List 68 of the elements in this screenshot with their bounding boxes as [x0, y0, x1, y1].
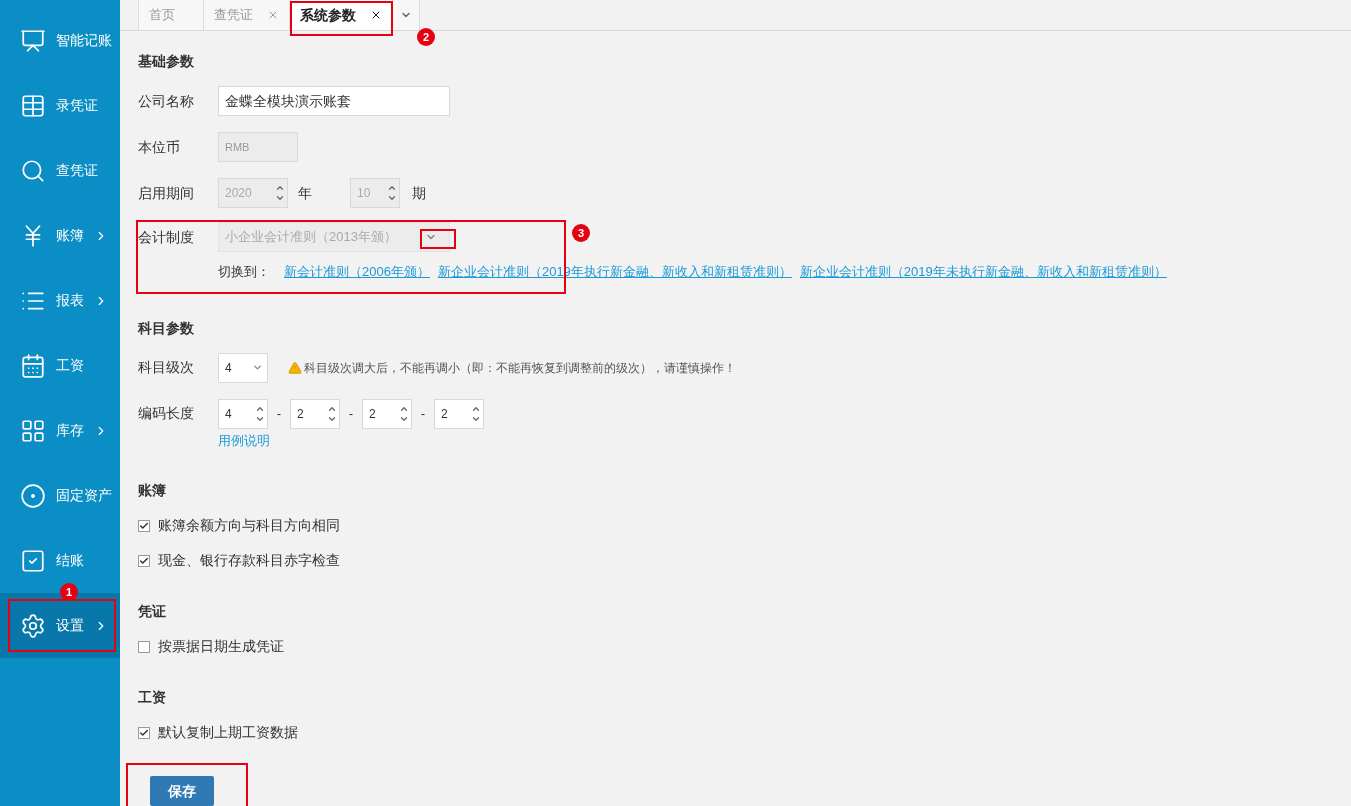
- menu-icon: [20, 482, 46, 509]
- tab[interactable]: 系统参数: [290, 0, 393, 30]
- close-icon[interactable]: [370, 9, 382, 21]
- text-input-field[interactable]: 金蝶全模块演示账套: [218, 86, 450, 116]
- checkbox[interactable]: [138, 554, 150, 567]
- checkbox-label: 默认复制上期工资数据: [158, 723, 298, 742]
- separator-text: -: [275, 404, 283, 423]
- number-badge: 1: [60, 583, 78, 601]
- select-field[interactable]: 4: [218, 352, 268, 383]
- field-label: 本位币: [138, 137, 181, 157]
- number-badge: 3: [572, 224, 590, 242]
- warning-icon: [288, 360, 302, 375]
- check-icon: [139, 727, 149, 738]
- checkbox-label: 现金、银行存款科目赤字检查: [158, 551, 340, 570]
- sidebar-item[interactable]: 库存: [0, 398, 120, 463]
- section-title: 凭证: [138, 602, 167, 621]
- unit-label: 期: [412, 183, 426, 203]
- standard-link[interactable]: 新企业会计准则（2019年未执行新金融、新收入和新租赁准则）: [799, 262, 1167, 282]
- menu-icon: [20, 157, 46, 184]
- separator-text: -: [419, 404, 427, 423]
- number-spinner[interactable]: 2: [362, 398, 412, 429]
- help-link[interactable]: 用例说明: [218, 430, 270, 450]
- menu-icon: [20, 612, 46, 639]
- number-spinner[interactable]: 10: [350, 178, 400, 208]
- sidebar-item[interactable]: 报表: [0, 268, 120, 333]
- section-title: 科目参数: [138, 318, 195, 338]
- number-spinner[interactable]: 2: [290, 398, 340, 429]
- select-field[interactable]: 小企业会计准则（2013年颁）: [218, 222, 450, 252]
- caret-icon: [252, 362, 263, 373]
- sidebar-item[interactable]: 固定资产: [0, 463, 120, 528]
- checkbox-label: 账簿余额方向与科目方向相同: [158, 516, 340, 535]
- sidebar-item[interactable]: 账簿: [0, 203, 120, 268]
- sidebar-item[interactable]: 录凭证: [0, 73, 120, 138]
- switch-label: 切换到：: [218, 263, 270, 281]
- sidebar-item[interactable]: 智能记账: [0, 8, 120, 73]
- checkbox-label: 按票据日期生成凭证: [158, 637, 284, 656]
- check-icon: [139, 520, 149, 531]
- field-label: 编码长度: [138, 404, 195, 423]
- warning-text: 科目级次调大后，不能再调小（即：不能再恢复到调整前的级次），请谨慎操作！: [304, 359, 736, 377]
- menu-icon: [20, 417, 46, 444]
- field-label: 会计制度: [138, 227, 195, 247]
- tab[interactable]: 查凭证: [204, 0, 290, 30]
- number-spinner[interactable]: 2: [434, 398, 484, 429]
- field-label: 启用期间: [138, 183, 195, 203]
- number-badge: 2: [417, 28, 435, 46]
- number-spinner[interactable]: 4: [218, 398, 268, 429]
- checkbox[interactable]: [138, 519, 150, 532]
- save-button[interactable]: 保存: [150, 776, 214, 806]
- separator-text: -: [347, 404, 355, 423]
- checkbox[interactable]: [138, 726, 150, 739]
- tab[interactable]: 首页: [139, 0, 204, 30]
- section-title: 基础参数: [138, 52, 195, 71]
- check-icon: [139, 555, 149, 566]
- menu-icon: [20, 92, 46, 119]
- menu-icon: [20, 352, 46, 379]
- unit-label: 年: [298, 183, 313, 203]
- sidebar-item[interactable]: 工资: [0, 333, 120, 398]
- section-title: 工资: [138, 688, 167, 707]
- currency-field[interactable]: RMB: [218, 132, 298, 162]
- menu-icon: [20, 27, 46, 54]
- field-label: 科目级次: [138, 358, 195, 377]
- sidebar-item[interactable]: 查凭证: [0, 138, 120, 203]
- checkbox[interactable]: [138, 640, 150, 653]
- standard-link[interactable]: 新会计准则（2006年颁）: [284, 262, 430, 282]
- number-spinner[interactable]: 2020: [218, 178, 288, 208]
- menu-icon: [20, 547, 46, 574]
- field-label: 公司名称: [138, 91, 195, 111]
- section-title: 账簿: [138, 481, 167, 500]
